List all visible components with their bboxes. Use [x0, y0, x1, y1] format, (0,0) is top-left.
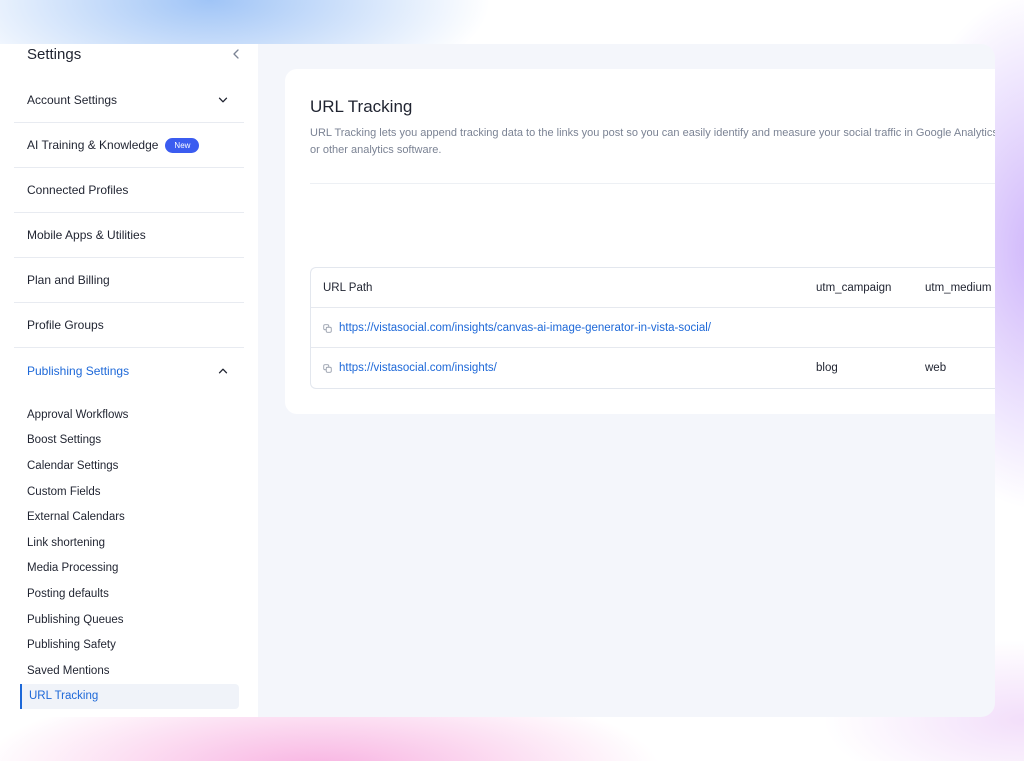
nav-item-ai-training-knowledge[interactable]: AI Training & Knowledge New	[14, 123, 244, 168]
page-description: URL Tracking lets you append tracking da…	[310, 127, 995, 156]
publishing-settings-subnav: Approval Workflows Boost Settings Calend…	[14, 402, 244, 710]
url-tracking-card: URL Tracking URL Tracking lets you appen…	[285, 69, 995, 414]
table-row[interactable]: https://vistasocial.com/insights/ blog w…	[311, 348, 995, 388]
nav-item-label: Account Settings	[27, 93, 118, 107]
url-path-cell: https://vistasocial.com/insights/canvas-…	[323, 308, 711, 348]
chevron-up-icon	[218, 368, 228, 373]
url-link[interactable]: https://vistasocial.com/insights/	[339, 362, 497, 374]
page-title: URL Tracking	[310, 97, 413, 116]
nav-item-label: Plan and Billing	[27, 273, 110, 287]
subnav-item-custom-fields[interactable]: Custom Fields	[14, 479, 244, 505]
nav-item-label: Publishing Settings	[27, 363, 130, 378]
subnav-item-approval-workflows[interactable]: Approval Workflows	[14, 402, 244, 428]
link-icon	[323, 323, 332, 333]
subnav-item-link-shortening[interactable]: Link shortening	[14, 530, 244, 556]
nav-item-label: Mobile Apps & Utilities	[27, 228, 146, 242]
table-row[interactable]: https://vistasocial.com/insights/canvas-…	[311, 308, 995, 348]
nav-item-label: AI Training & Knowledge	[27, 138, 159, 152]
settings-nav: Account Settings AI Training & Knowledge…	[14, 78, 244, 393]
column-header-url-path[interactable]: URL Path	[323, 268, 372, 308]
utm-campaign-cell: blog	[816, 362, 838, 374]
table-header-row: URL Path utm_campaign utm_medium	[311, 268, 995, 308]
subnav-item-saved-mentions[interactable]: Saved Mentions	[14, 658, 244, 684]
subnav-item-external-calendars[interactable]: External Calendars	[14, 504, 244, 530]
subnav-item-boost-settings[interactable]: Boost Settings	[14, 428, 244, 454]
nav-item-publishing-settings[interactable]: Publishing Settings	[14, 348, 244, 393]
subnav-item-publishing-queues[interactable]: Publishing Queues	[14, 607, 244, 633]
nav-item-label: Profile Groups	[27, 318, 104, 332]
url-path-cell: https://vistasocial.com/insights/	[323, 348, 497, 388]
url-link[interactable]: https://vistasocial.com/insights/canvas-…	[339, 322, 711, 334]
settings-app: Settings Account Settings AI Training & …	[0, 44, 995, 717]
column-header-utm-campaign[interactable]: utm_campaign	[816, 268, 891, 308]
divider	[310, 183, 995, 184]
nav-item-label: Connected Profiles	[27, 183, 129, 197]
nav-item-profile-groups[interactable]: Profile Groups	[14, 303, 244, 348]
nav-item-plan-and-billing[interactable]: Plan and Billing	[14, 258, 244, 303]
nav-item-account-settings[interactable]: Account Settings	[14, 78, 244, 123]
subnav-item-url-tracking[interactable]: URL Tracking	[20, 683, 239, 710]
subnav-item-posting-defaults[interactable]: Posting defaults	[14, 581, 244, 607]
column-header-utm-medium[interactable]: utm_medium	[925, 268, 991, 308]
url-tracking-table: URL Path utm_campaign utm_medium https:/…	[310, 267, 995, 389]
new-badge: New	[165, 137, 200, 153]
chevron-left-icon	[233, 49, 239, 59]
collapse-sidebar-button[interactable]	[229, 46, 243, 62]
chevron-down-icon	[218, 97, 228, 103]
nav-item-connected-profiles[interactable]: Connected Profiles	[14, 168, 244, 213]
subnav-item-calendar-settings[interactable]: Calendar Settings	[14, 453, 244, 479]
subnav-item-publishing-safety[interactable]: Publishing Safety	[14, 632, 244, 658]
nav-item-mobile-apps-utilities[interactable]: Mobile Apps & Utilities	[14, 213, 244, 258]
sidebar-title: Settings	[27, 46, 82, 63]
link-icon	[323, 363, 332, 373]
subnav-item-media-processing[interactable]: Media Processing	[14, 556, 244, 582]
utm-medium-cell: web	[925, 362, 947, 374]
settings-sidebar: Settings Account Settings AI Training & …	[0, 44, 258, 717]
